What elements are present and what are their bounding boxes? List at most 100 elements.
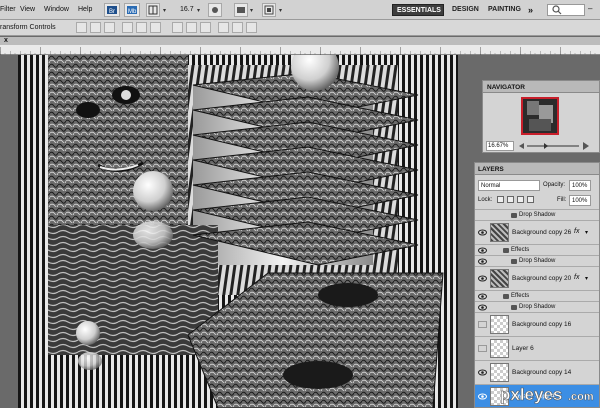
hand-tool-button[interactable]	[208, 3, 222, 17]
blend-mode-select[interactable]: Normal	[478, 180, 540, 191]
effects-icon	[503, 248, 509, 253]
lock-position-icon[interactable]	[517, 196, 524, 203]
navigator-zoom-input[interactable]: 16.67%	[486, 141, 514, 151]
layer-name[interactable]: Layer 6	[512, 345, 534, 352]
menu-view[interactable]: View	[20, 6, 35, 13]
effects-icon	[503, 294, 509, 299]
arrange-icon	[237, 7, 245, 13]
effect-row[interactable]: Drop Shadow	[475, 209, 599, 220]
view-extras-dropdown-icon[interactable]: ▾	[163, 7, 166, 14]
svg-text:pxleyes: pxleyes	[500, 385, 562, 404]
effect-row[interactable]: Drop Shadow	[475, 301, 599, 312]
effects-row[interactable]: Effects	[475, 290, 599, 301]
pxleyes-watermark: pxleyes .com	[498, 382, 600, 406]
effect-name: Drop Shadow	[519, 258, 556, 264]
eye-icon[interactable]	[478, 304, 487, 311]
eye-icon[interactable]	[478, 229, 487, 236]
arrange-dropdown-icon[interactable]: ▾	[250, 7, 253, 14]
layer-row[interactable]: Background copy 16	[475, 312, 599, 336]
effect-row[interactable]: Drop Shadow	[475, 255, 599, 266]
navigator-zoom-slider[interactable]	[519, 142, 589, 150]
align-top-button[interactable]	[76, 22, 87, 33]
menu-window[interactable]: Window	[44, 6, 69, 13]
opacity-label: Opacity:	[543, 182, 566, 188]
close-document-icon[interactable]: x	[4, 37, 8, 44]
layer-name[interactable]: Background copy 14	[512, 369, 571, 376]
eye-icon[interactable]	[478, 369, 487, 376]
eye-icon[interactable]	[478, 247, 487, 254]
effect-icon	[511, 213, 517, 218]
search-icon	[552, 5, 562, 15]
horizontal-ruler	[0, 45, 600, 55]
eye-icon[interactable]	[478, 393, 487, 400]
options-bar: ransform Controls	[0, 20, 600, 36]
grid-icon	[148, 5, 158, 15]
menu-filter[interactable]: Filter	[0, 6, 16, 13]
navigator-preview[interactable]	[521, 97, 559, 135]
zoom-dropdown-icon[interactable]: ▾	[197, 7, 200, 14]
screen-mode-dropdown-icon[interactable]: ▾	[279, 7, 282, 14]
layer-name[interactable]: Background copy 20	[512, 275, 571, 282]
workspace-design[interactable]: DESIGN	[448, 4, 483, 16]
distribute-bottom-button[interactable]	[200, 22, 211, 33]
expand-effects-icon[interactable]: ▾	[585, 229, 588, 236]
layer-row[interactable]: Background copy 26 fx ▾	[475, 220, 599, 244]
lock-pixels-icon[interactable]	[507, 196, 514, 203]
navigator-title: NAVIGATOR	[487, 84, 525, 91]
eye-icon[interactable]	[478, 293, 487, 300]
minibridge-button[interactable]: Mb	[124, 3, 140, 17]
layer-name[interactable]: Background copy 26	[512, 229, 571, 236]
menu-help[interactable]: Help	[78, 6, 92, 13]
layer-row[interactable]: Layer 6	[475, 336, 599, 360]
fx-icon[interactable]: fx	[574, 228, 579, 235]
fill-input[interactable]: 100%	[569, 195, 591, 206]
distribute-top-button[interactable]	[172, 22, 183, 33]
bridge-icon: Br	[107, 6, 117, 15]
layers-title-bar[interactable]: LAYERS	[475, 163, 599, 175]
screen-mode-button[interactable]	[262, 3, 276, 17]
workspace-painting[interactable]: PAINTING	[484, 4, 525, 16]
minimize-icon[interactable]: –	[588, 4, 592, 13]
eye-icon[interactable]	[478, 275, 487, 282]
align-hcenter-button[interactable]	[136, 22, 147, 33]
bridge-button[interactable]: Br	[104, 3, 120, 17]
layers-title: LAYERS	[478, 166, 504, 173]
eye-icon[interactable]	[478, 258, 487, 265]
distribute-vcenter-button[interactable]	[186, 22, 197, 33]
pxleyes-logo: pxleyes .com	[500, 385, 594, 405]
align-left-button[interactable]	[122, 22, 133, 33]
navigator-preview-image	[523, 99, 557, 133]
align-right-button[interactable]	[150, 22, 161, 33]
arrange-documents-button[interactable]	[234, 3, 248, 17]
layer-thumbnail	[490, 363, 509, 382]
view-extras-button[interactable]	[146, 3, 160, 17]
svg-text:Br: Br	[109, 9, 115, 15]
layer-row[interactable]: Background copy 20 fx ▾	[475, 266, 599, 290]
effects-row[interactable]: Effects	[475, 244, 599, 255]
zoom-level[interactable]: 16.7	[180, 6, 194, 13]
layer-thumbnail	[490, 223, 509, 242]
more-workspaces-icon[interactable]: »	[528, 5, 533, 15]
lock-transparency-icon[interactable]	[497, 196, 504, 203]
layers-panel: LAYERS Normal Opacity: 100% Lock: Fill: …	[474, 162, 600, 408]
hidden-eye-icon[interactable]	[478, 345, 487, 352]
layer-thumbnail	[490, 269, 509, 288]
distribute-left-button[interactable]	[218, 22, 229, 33]
align-bottom-button[interactable]	[104, 22, 115, 33]
layer-name[interactable]: Background copy 16	[512, 321, 571, 328]
navigator-title-bar[interactable]: NAVIGATOR	[483, 81, 599, 93]
workspace-essentials[interactable]: ESSENTIALS	[392, 4, 444, 16]
fx-icon[interactable]: fx	[574, 274, 579, 281]
lock-all-icon[interactable]	[527, 196, 534, 203]
layer-row[interactable]: Background copy 14	[475, 360, 599, 384]
align-vcenter-button[interactable]	[90, 22, 101, 33]
opacity-input[interactable]: 100%	[569, 180, 591, 191]
distribute-hcenter-button[interactable]	[232, 22, 243, 33]
distribute-right-button[interactable]	[246, 22, 257, 33]
effect-name: Drop Shadow	[519, 212, 556, 218]
effect-name: Drop Shadow	[519, 304, 556, 310]
hidden-eye-icon[interactable]	[478, 321, 487, 328]
show-transform-controls-label[interactable]: ransform Controls	[0, 24, 56, 31]
expand-effects-icon[interactable]: ▾	[585, 275, 588, 282]
fill-label: Fill:	[557, 197, 567, 203]
